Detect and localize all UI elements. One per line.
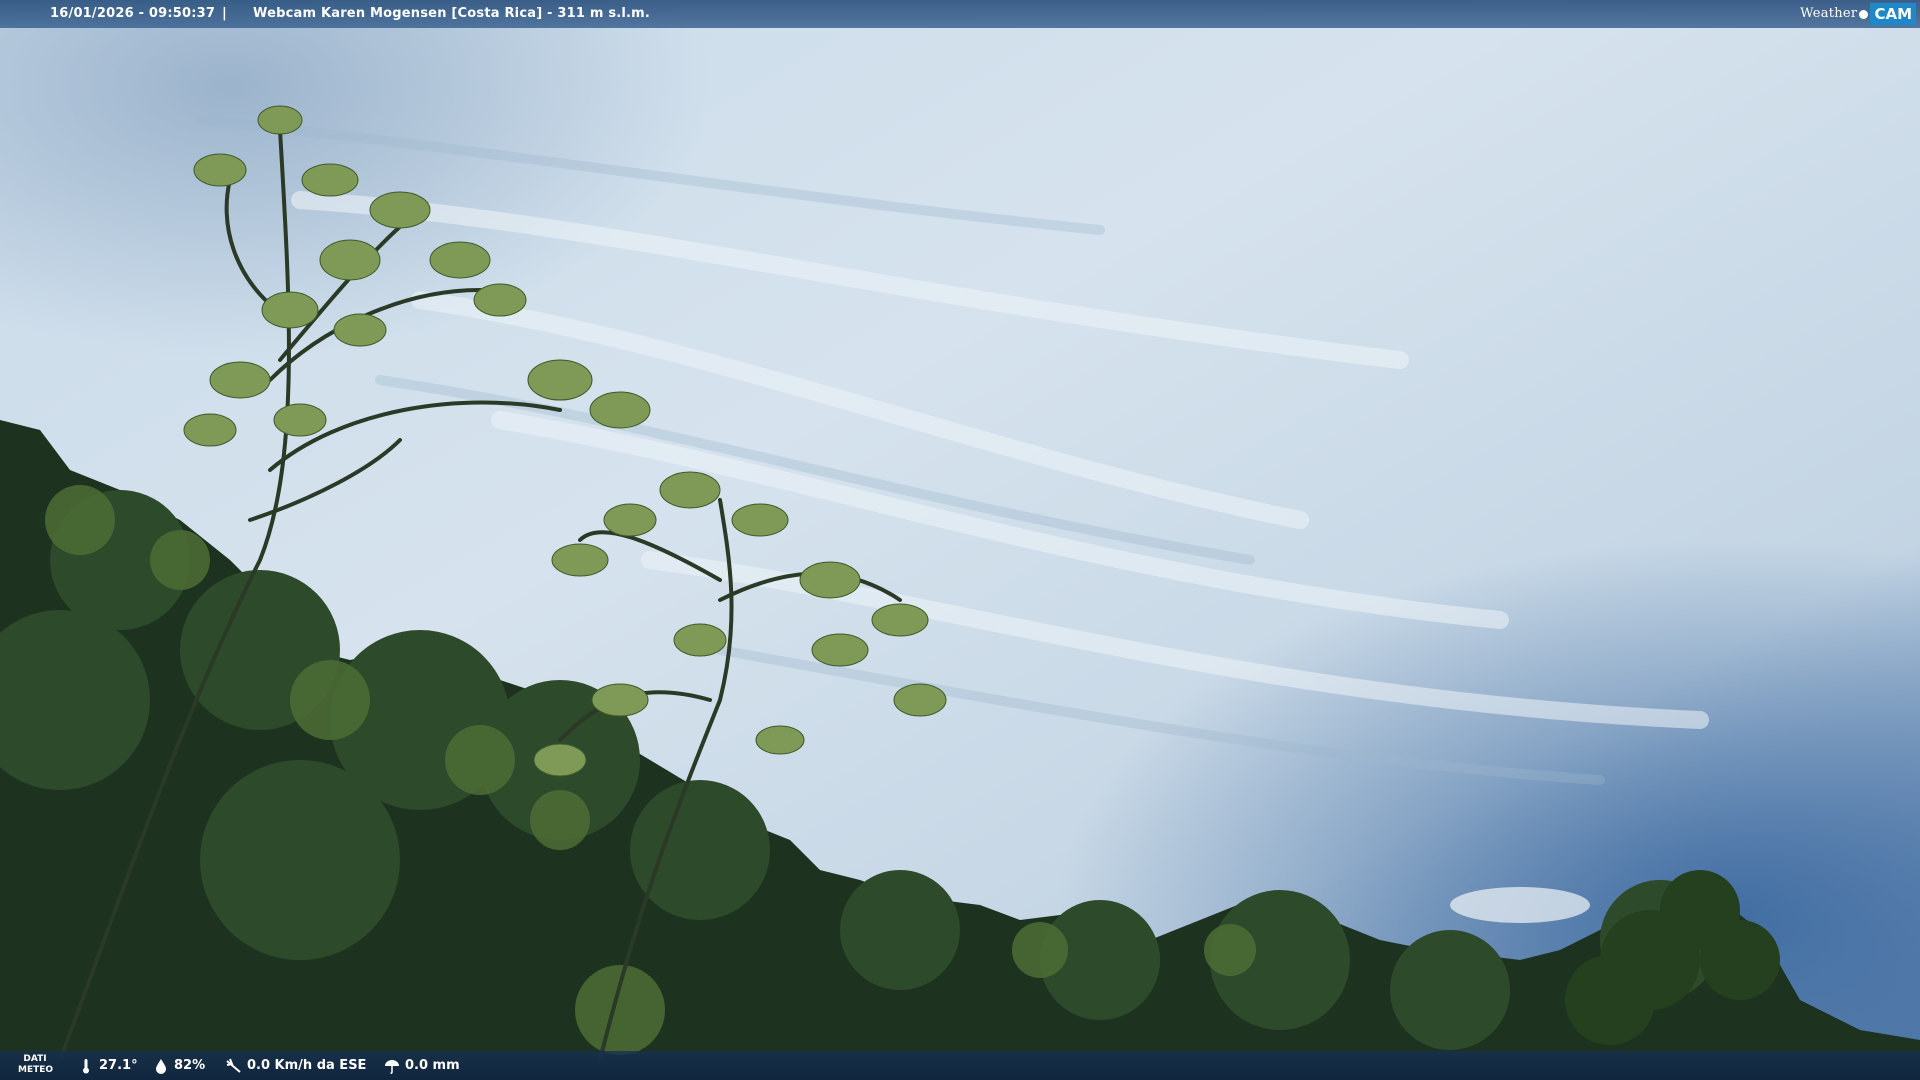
humidity-drop-icon	[156, 1058, 166, 1074]
logo-weather-text: Weather	[1800, 6, 1858, 21]
timestamp: 16/01/2026 - 09:50:37	[50, 6, 216, 21]
meteo-bar-label: DATI METEO	[18, 1054, 54, 1076]
wind-icon	[226, 1058, 241, 1073]
temperature-reading: 27.1°	[78, 1051, 138, 1080]
meteo-data-bar: DATI METEO 27.1° 82% 0.0 Km/h da ESE 0.0…	[0, 1051, 1920, 1080]
temperature-value: 27.1°	[99, 1058, 138, 1073]
meteo-bar-label-text: DATI METEO	[18, 1054, 54, 1075]
humidity-reading: 82%	[153, 1051, 205, 1080]
logo-cam-text: CAM	[1870, 3, 1916, 25]
rain-value: 0.0 mm	[405, 1058, 460, 1073]
weathercam-logo: Weather CAM	[1800, 3, 1916, 25]
rain-icon	[385, 1059, 399, 1074]
webcam-title: Webcam Karen Mogensen [Costa Rica] - 311…	[253, 6, 651, 21]
wind-value: 0.0 Km/h da ESE	[247, 1058, 367, 1073]
logo-dot-icon	[1859, 9, 1869, 19]
humidity-value: 82%	[174, 1058, 206, 1073]
top-info-bar: 16/01/2026 - 09:50:37 | Webcam Karen Mog…	[0, 0, 1920, 28]
landscape-scene	[0, 0, 1920, 1080]
title-separator: |	[222, 6, 227, 21]
rain-reading: 0.0 mm	[384, 1051, 460, 1080]
thermometer-icon	[83, 1058, 89, 1073]
wind-reading: 0.0 Km/h da ESE	[226, 1051, 366, 1080]
webcam-image	[0, 0, 1920, 1080]
